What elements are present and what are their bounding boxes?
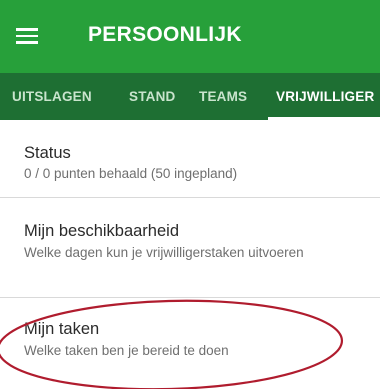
tab-uitslagen[interactable]: UITSLAGEN — [12, 73, 92, 120]
list-item-mijn-taken[interactable]: Mijn taken Welke taken ben je bereid te … — [0, 298, 380, 389]
list-item-subtitle: Welke taken ben je bereid te doen — [24, 343, 229, 358]
list-item-status[interactable]: Status 0 / 0 punten behaald (50 ingeplan… — [0, 120, 380, 198]
app-bar: PERSOONLIJK — [0, 0, 380, 73]
list-item-subtitle: Welke dagen kun je vrijwilligerstaken ui… — [24, 245, 304, 260]
list-item-mijn-beschikbaarheid[interactable]: Mijn beschikbaarheid Welke dagen kun je … — [0, 198, 380, 298]
page-title: PERSOONLIJK — [88, 23, 242, 46]
list-item-title: Mijn taken — [24, 320, 100, 338]
list-item-title: Status — [24, 144, 71, 162]
tab-stand[interactable]: STAND — [129, 73, 176, 120]
tab-vrijwilliger[interactable]: VRIJWILLIGER — [267, 73, 380, 120]
tab-bar: UITSLAGEN STAND TEAMS VRIJWILLIGER — [0, 73, 380, 120]
hamburger-menu-icon[interactable] — [16, 28, 38, 44]
list-item-subtitle: 0 / 0 punten behaald (50 ingepland) — [24, 166, 238, 181]
list-item-title: Mijn beschikbaarheid — [24, 222, 180, 240]
tab-teams[interactable]: TEAMS — [199, 73, 247, 120]
